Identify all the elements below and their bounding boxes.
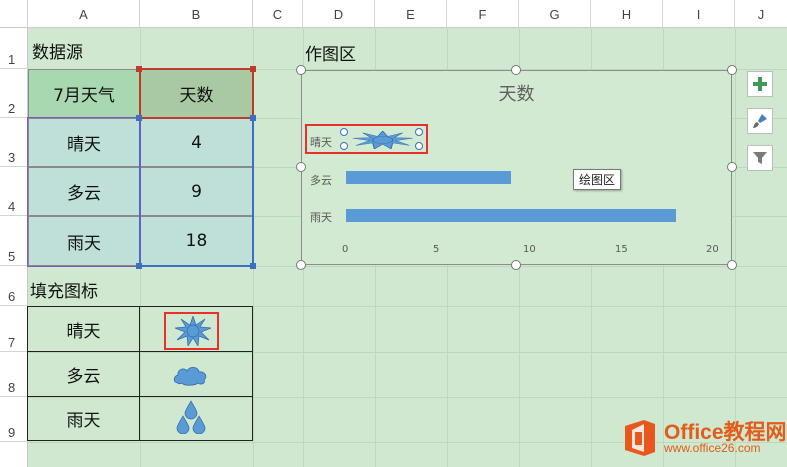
range-handle-bottom-left[interactable] bbox=[136, 263, 142, 269]
chart-handle-bottom-right[interactable] bbox=[727, 260, 737, 270]
range-handle-top-right[interactable] bbox=[250, 115, 256, 121]
row-header-4[interactable]: 4 bbox=[0, 167, 28, 216]
row-header-1[interactable]: 1 bbox=[0, 28, 28, 69]
range-handle-bottom-right[interactable] bbox=[250, 263, 256, 269]
row-header-9[interactable]: 9 bbox=[0, 397, 28, 442]
value-range-highlight bbox=[139, 117, 254, 267]
tick-label-20: 20 bbox=[706, 244, 719, 255]
watermark-logo: Office教程网 www.office26.com bbox=[622, 414, 787, 462]
row-header-2[interactable]: 2 bbox=[0, 69, 28, 118]
selected-bar-highlight bbox=[305, 124, 428, 154]
chart-filters-button[interactable] bbox=[747, 145, 773, 171]
bar-chart[interactable]: 天数 晴天 多云 雨天 0 5 10 15 20 bbox=[301, 70, 732, 265]
chart-handle-mid-left[interactable] bbox=[296, 162, 306, 172]
chart-styles-button[interactable] bbox=[747, 108, 773, 134]
column-header-e[interactable]: E bbox=[375, 0, 447, 28]
chart-elements-button[interactable] bbox=[747, 71, 773, 97]
chart-handle-mid-right[interactable] bbox=[727, 162, 737, 172]
chart-area-title: 作图区 bbox=[305, 45, 356, 65]
chart-title[interactable]: 天数 bbox=[302, 80, 731, 106]
filter-icon bbox=[753, 152, 767, 164]
chart-handle-top-right[interactable] bbox=[727, 65, 737, 75]
series-handle-right[interactable] bbox=[250, 66, 256, 72]
column-header-a[interactable]: A bbox=[28, 0, 140, 28]
bar-cloudy[interactable] bbox=[346, 171, 512, 184]
category-range-highlight bbox=[27, 117, 141, 267]
chart-handle-bottom-left[interactable] bbox=[296, 260, 306, 270]
column-header-f[interactable]: F bbox=[447, 0, 519, 28]
tick-label-0: 0 bbox=[342, 244, 349, 255]
chart-handle-top-left[interactable] bbox=[296, 65, 306, 75]
row-header-8[interactable]: 8 bbox=[0, 352, 28, 397]
column-header-j[interactable]: J bbox=[735, 0, 787, 28]
tick-label-10: 10 bbox=[523, 244, 536, 255]
table2-row-sunny-label[interactable]: 晴天 bbox=[27, 306, 140, 352]
series-name-highlight bbox=[139, 68, 254, 119]
column-header-c[interactable]: C bbox=[253, 0, 303, 28]
data-source-title: 数据源 bbox=[32, 43, 83, 63]
select-all-corner[interactable] bbox=[0, 0, 28, 28]
column-header-bar: A B C D E F G H I J bbox=[0, 0, 787, 28]
office-logo-icon bbox=[625, 420, 655, 456]
bar-rainy[interactable] bbox=[346, 209, 677, 222]
row-header-bar: 1 2 3 4 5 6 7 8 9 bbox=[0, 28, 28, 467]
range-handle-top-left[interactable] bbox=[136, 115, 142, 121]
plot-area-tooltip: 绘图区 bbox=[573, 169, 622, 190]
category-label-cloudy: 多云 bbox=[310, 174, 332, 187]
column-header-b[interactable]: B bbox=[140, 0, 253, 28]
row-header-7[interactable]: 7 bbox=[0, 306, 28, 352]
column-header-i[interactable]: I bbox=[663, 0, 735, 28]
column-header-g[interactable]: G bbox=[519, 0, 591, 28]
fill-icons-title: 填充图标 bbox=[30, 282, 98, 302]
chart-handle-bottom-mid[interactable] bbox=[511, 260, 521, 270]
raindrops-icon[interactable] bbox=[176, 400, 206, 434]
row-header-5[interactable]: 5 bbox=[0, 216, 28, 266]
column-header-d[interactable]: D bbox=[303, 0, 375, 28]
paintbrush-icon bbox=[753, 114, 767, 128]
row-header-3[interactable]: 3 bbox=[0, 118, 28, 167]
cloud-icon[interactable] bbox=[172, 364, 208, 386]
tick-label-5: 5 bbox=[433, 244, 440, 255]
selected-icon-highlight bbox=[164, 312, 219, 350]
table2-row-rainy-label[interactable]: 雨天 bbox=[27, 396, 140, 441]
column-header-h[interactable]: H bbox=[591, 0, 663, 28]
plus-icon bbox=[753, 77, 767, 91]
chart-handle-top-mid[interactable] bbox=[511, 65, 521, 75]
series-handle-left[interactable] bbox=[136, 66, 142, 72]
category-label-rainy: 雨天 bbox=[310, 211, 332, 224]
row-header-6[interactable]: 6 bbox=[0, 266, 28, 306]
table2-row-cloudy-label[interactable]: 多云 bbox=[27, 351, 140, 397]
logo-url: www.office26.com bbox=[664, 441, 761, 455]
table1-header-weather[interactable]: 7月天气 bbox=[28, 69, 140, 118]
tick-label-15: 15 bbox=[615, 244, 628, 255]
